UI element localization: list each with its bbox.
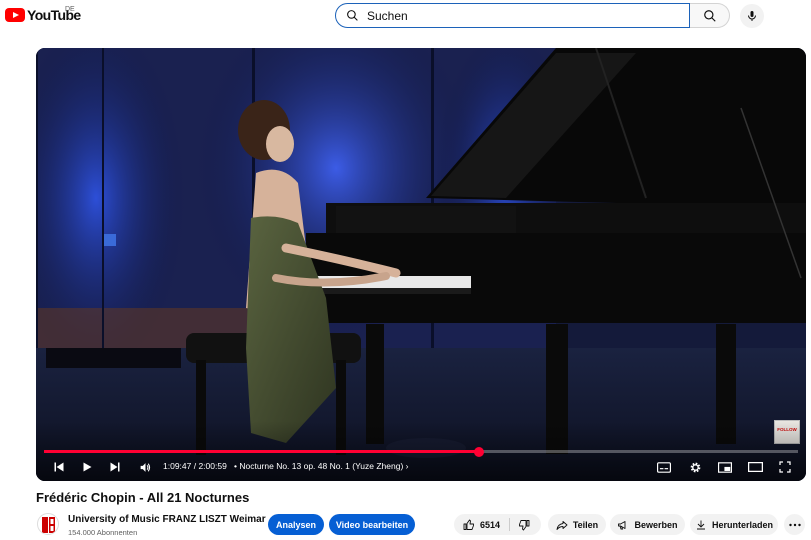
next-icon (110, 462, 120, 472)
mic-icon (748, 11, 756, 21)
share-label: Teilen (572, 519, 599, 530)
progress-bar[interactable] (44, 446, 798, 457)
theater-mode-icon (747, 462, 763, 472)
voice-search-button[interactable] (740, 4, 764, 28)
promote-megaphone-icon (618, 520, 626, 529)
progress-played (44, 450, 480, 453)
miniplayer-button[interactable] (715, 457, 735, 477)
video-title: Frédéric Chopin - All 21 Nocturnes (36, 490, 250, 505)
country-code: DE (65, 6, 75, 13)
play-button[interactable] (78, 457, 96, 477)
youtube-logo-icon (5, 8, 25, 22)
volume-icon (140, 462, 150, 472)
fullscreen-icon (779, 461, 791, 473)
edit-video-button[interactable]: Video bearbeiten (329, 514, 415, 535)
channel-logo-icon (42, 517, 55, 533)
share-icon (556, 520, 568, 530)
video-player[interactable]: FOLLOW 1:09:47 / 2:00:59 • Nocturne No. … (36, 48, 806, 481)
chevron-right-icon: › (405, 461, 409, 471)
analytics-button[interactable]: Analysen (268, 514, 324, 535)
fullscreen-button[interactable] (775, 457, 795, 477)
search-box[interactable] (335, 3, 690, 28)
player-controls: 1:09:47 / 2:00:59 • Nocturne No. 13 op. … (36, 457, 806, 477)
channel-avatar[interactable] (37, 513, 59, 535)
video-frame (36, 48, 806, 481)
promote-label: Bewerben (634, 519, 678, 530)
subtitles-icon (657, 461, 671, 473)
time-display: 1:09:47 / 2:00:59 (163, 461, 227, 471)
search-icon (347, 10, 358, 21)
download-button[interactable]: Herunterladen (690, 514, 778, 535)
more-icon (788, 523, 801, 526)
search-bar (335, 3, 730, 28)
progress-scrubber[interactable] (474, 446, 485, 457)
more-actions-button[interactable] (784, 514, 805, 535)
download-icon (696, 520, 705, 529)
like-dislike-group: 6514 (454, 514, 541, 535)
subscriber-count: 154.000 Abonnenten (68, 528, 138, 537)
chapter-title-text: • Nocturne No. 13 op. 48 No. 1 (Yuze Zhe… (234, 461, 404, 471)
share-button[interactable]: Teilen (548, 514, 606, 535)
dislike-button[interactable] (510, 514, 530, 535)
masthead: YouTube DE (0, 0, 811, 34)
next-button[interactable] (106, 457, 124, 477)
search-icon (703, 9, 716, 22)
thumbs-down-icon (519, 519, 530, 530)
settings-gear-icon (690, 462, 700, 472)
download-label: Herunterladen (711, 519, 773, 530)
thumbs-up-icon (463, 519, 474, 530)
play-icon (83, 462, 92, 472)
mute-button[interactable] (135, 457, 155, 477)
like-count: 6514 (480, 519, 501, 530)
previous-button[interactable] (50, 457, 68, 477)
chapter-title[interactable]: • Nocturne No. 13 op. 48 No. 1 (Yuze Zhe… (234, 461, 409, 471)
miniplayer-icon (718, 461, 732, 473)
theater-mode-button[interactable] (745, 457, 765, 477)
promote-button[interactable]: Bewerben (610, 514, 685, 535)
previous-icon (54, 462, 64, 472)
channel-name[interactable]: University of Music FRANZ LISZT Weimar (68, 514, 266, 525)
search-input[interactable] (367, 8, 667, 23)
like-button[interactable]: 6514 (454, 514, 500, 535)
subtitles-button[interactable] (654, 457, 674, 477)
settings-button[interactable] (685, 457, 705, 477)
search-button[interactable] (690, 3, 730, 28)
